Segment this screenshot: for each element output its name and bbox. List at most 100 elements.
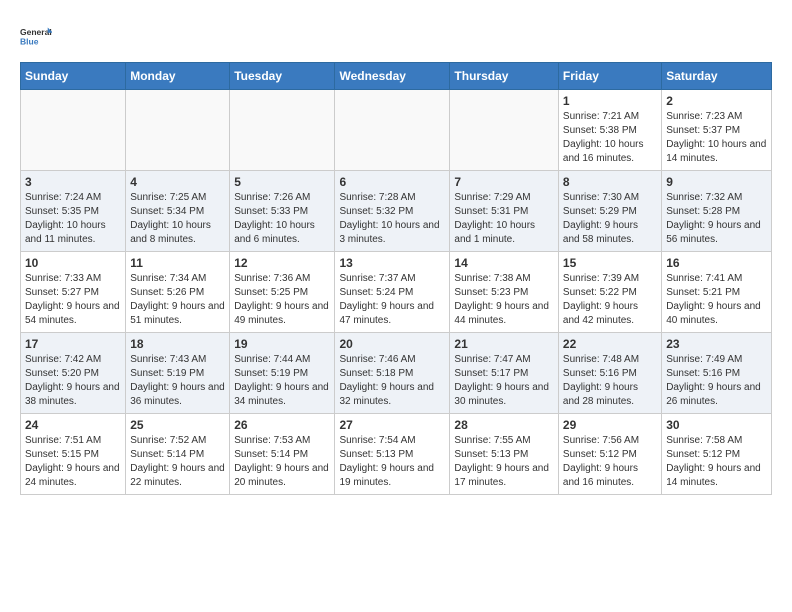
day-number: 13	[339, 256, 445, 270]
day-info: Sunrise: 7:46 AMSunset: 5:18 PMDaylight:…	[339, 353, 445, 409]
day-number: 21	[454, 337, 553, 351]
calendar-body: 1Sunrise: 7:21 AMSunset: 5:38 PMDaylight…	[21, 90, 772, 495]
day-info: Sunrise: 7:48 AMSunset: 5:16 PMDaylight:…	[563, 353, 657, 409]
day-info: Sunrise: 7:47 AMSunset: 5:17 PMDaylight:…	[454, 353, 553, 409]
calendar-cell	[126, 90, 230, 171]
calendar-cell: 25Sunrise: 7:52 AMSunset: 5:14 PMDayligh…	[126, 414, 230, 495]
header-cell-saturday: Saturday	[662, 63, 772, 90]
day-info: Sunrise: 7:29 AMSunset: 5:31 PMDaylight:…	[454, 191, 553, 247]
day-info: Sunrise: 7:43 AMSunset: 5:19 PMDaylight:…	[130, 353, 225, 409]
day-info: Sunrise: 7:42 AMSunset: 5:20 PMDaylight:…	[25, 353, 121, 409]
svg-text:Blue: Blue	[20, 37, 39, 47]
calendar-header: SundayMondayTuesdayWednesdayThursdayFrid…	[21, 63, 772, 90]
calendar-cell: 1Sunrise: 7:21 AMSunset: 5:38 PMDaylight…	[558, 90, 661, 171]
calendar-cell: 17 Sunrise: 7:42 AMSunset: 5:20 PMDayligh…	[21, 333, 126, 414]
calendar-week-2: 10 Sunrise: 7:33 AMSunset: 5:27 PMDayligh…	[21, 252, 772, 333]
day-number: 29	[563, 418, 657, 432]
calendar-cell: 5 Sunrise: 7:26 AMSunset: 5:33 PMDaylight…	[230, 171, 335, 252]
day-number: 16	[666, 256, 767, 270]
calendar-cell: 7 Sunrise: 7:29 AMSunset: 5:31 PMDaylight…	[450, 171, 558, 252]
day-info: Sunrise: 7:30 AMSunset: 5:29 PMDaylight:…	[563, 191, 657, 247]
day-number: 6	[339, 175, 445, 189]
calendar-cell: 26 Sunrise: 7:53 AMSunset: 5:14 PMDayligh…	[230, 414, 335, 495]
calendar-cell: 29Sunrise: 7:56 AMSunset: 5:12 PMDayligh…	[558, 414, 661, 495]
header-cell-friday: Friday	[558, 63, 661, 90]
day-info: Sunrise: 7:54 AMSunset: 5:13 PMDaylight:…	[339, 434, 445, 490]
svg-text:General: General	[20, 27, 52, 37]
calendar-cell: 30 Sunrise: 7:58 AMSunset: 5:12 PMDayligh…	[662, 414, 772, 495]
calendar-cell: 28 Sunrise: 7:55 AMSunset: 5:13 PMDayligh…	[450, 414, 558, 495]
day-number: 20	[339, 337, 445, 351]
calendar-cell: 9 Sunrise: 7:32 AMSunset: 5:28 PMDaylight…	[662, 171, 772, 252]
calendar-cell	[230, 90, 335, 171]
day-info: Sunrise: 7:53 AMSunset: 5:14 PMDaylight:…	[234, 434, 330, 490]
day-number: 25	[130, 418, 225, 432]
calendar-cell: 2Sunrise: 7:23 AMSunset: 5:37 PMDaylight…	[662, 90, 772, 171]
day-number: 26	[234, 418, 330, 432]
day-info: Sunrise: 7:38 AMSunset: 5:23 PMDaylight:…	[454, 272, 553, 328]
calendar-cell: 24 Sunrise: 7:51 AMSunset: 5:15 PMDayligh…	[21, 414, 126, 495]
logo-svg: General Blue	[20, 20, 52, 52]
day-number: 24	[25, 418, 121, 432]
day-number: 30	[666, 418, 767, 432]
calendar-week-1: 3 Sunrise: 7:24 AMSunset: 5:35 PMDaylight…	[21, 171, 772, 252]
day-info: Sunrise: 7:25 AMSunset: 5:34 PMDaylight:…	[130, 191, 225, 247]
day-number: 10	[25, 256, 121, 270]
day-info: Sunrise: 7:32 AMSunset: 5:28 PMDaylight:…	[666, 191, 767, 247]
header-row: SundayMondayTuesdayWednesdayThursdayFrid…	[21, 63, 772, 90]
day-number: 5	[234, 175, 330, 189]
calendar-cell: 23 Sunrise: 7:49 AMSunset: 5:16 PMDayligh…	[662, 333, 772, 414]
calendar-cell: 15Sunrise: 7:39 AMSunset: 5:22 PMDayligh…	[558, 252, 661, 333]
calendar-cell: 12 Sunrise: 7:36 AMSunset: 5:25 PMDayligh…	[230, 252, 335, 333]
calendar-cell: 19 Sunrise: 7:44 AMSunset: 5:19 PMDayligh…	[230, 333, 335, 414]
day-number: 4	[130, 175, 225, 189]
calendar-week-3: 17 Sunrise: 7:42 AMSunset: 5:20 PMDayligh…	[21, 333, 772, 414]
calendar-cell	[335, 90, 450, 171]
day-number: 9	[666, 175, 767, 189]
header-cell-wednesday: Wednesday	[335, 63, 450, 90]
day-info: Sunrise: 7:28 AMSunset: 5:32 PMDaylight:…	[339, 191, 445, 247]
calendar-cell: 20 Sunrise: 7:46 AMSunset: 5:18 PMDayligh…	[335, 333, 450, 414]
day-number: 12	[234, 256, 330, 270]
day-number: 8	[563, 175, 657, 189]
calendar-cell: 11Sunrise: 7:34 AMSunset: 5:26 PMDayligh…	[126, 252, 230, 333]
day-info: Sunrise: 7:49 AMSunset: 5:16 PMDaylight:…	[666, 353, 767, 409]
day-number: 27	[339, 418, 445, 432]
header-cell-thursday: Thursday	[450, 63, 558, 90]
day-info: Sunrise: 7:41 AMSunset: 5:21 PMDaylight:…	[666, 272, 767, 328]
calendar-cell: 13Sunrise: 7:37 AMSunset: 5:24 PMDayligh…	[335, 252, 450, 333]
day-number: 19	[234, 337, 330, 351]
calendar-cell: 16 Sunrise: 7:41 AMSunset: 5:21 PMDayligh…	[662, 252, 772, 333]
day-info: Sunrise: 7:58 AMSunset: 5:12 PMDaylight:…	[666, 434, 767, 490]
day-number: 22	[563, 337, 657, 351]
day-info: Sunrise: 7:24 AMSunset: 5:35 PMDaylight:…	[25, 191, 121, 247]
calendar-cell: 14Sunrise: 7:38 AMSunset: 5:23 PMDayligh…	[450, 252, 558, 333]
day-info: Sunrise: 7:36 AMSunset: 5:25 PMDaylight:…	[234, 272, 330, 328]
day-number: 3	[25, 175, 121, 189]
day-info: Sunrise: 7:34 AMSunset: 5:26 PMDaylight:…	[130, 272, 225, 328]
calendar-cell	[450, 90, 558, 171]
header-cell-sunday: Sunday	[21, 63, 126, 90]
day-number: 17	[25, 337, 121, 351]
day-info: Sunrise: 7:33 AMSunset: 5:27 PMDaylight:…	[25, 272, 121, 328]
day-number: 28	[454, 418, 553, 432]
day-number: 18	[130, 337, 225, 351]
day-info: Sunrise: 7:26 AMSunset: 5:33 PMDaylight:…	[234, 191, 330, 247]
day-number: 7	[454, 175, 553, 189]
logo: General Blue	[20, 20, 52, 52]
calendar-cell: 8 Sunrise: 7:30 AMSunset: 5:29 PMDaylight…	[558, 171, 661, 252]
header-cell-monday: Monday	[126, 63, 230, 90]
day-number: 23	[666, 337, 767, 351]
calendar-week-4: 24 Sunrise: 7:51 AMSunset: 5:15 PMDayligh…	[21, 414, 772, 495]
calendar-cell	[21, 90, 126, 171]
day-info: Sunrise: 7:51 AMSunset: 5:15 PMDaylight:…	[25, 434, 121, 490]
calendar-cell: 10 Sunrise: 7:33 AMSunset: 5:27 PMDayligh…	[21, 252, 126, 333]
day-info: Sunrise: 7:44 AMSunset: 5:19 PMDaylight:…	[234, 353, 330, 409]
day-number: 1	[563, 94, 657, 108]
calendar-cell: 3 Sunrise: 7:24 AMSunset: 5:35 PMDaylight…	[21, 171, 126, 252]
day-info: Sunrise: 7:55 AMSunset: 5:13 PMDaylight:…	[454, 434, 553, 490]
day-number: 15	[563, 256, 657, 270]
header-cell-tuesday: Tuesday	[230, 63, 335, 90]
calendar-cell: 27 Sunrise: 7:54 AMSunset: 5:13 PMDayligh…	[335, 414, 450, 495]
calendar-cell: 22 Sunrise: 7:48 AMSunset: 5:16 PMDayligh…	[558, 333, 661, 414]
